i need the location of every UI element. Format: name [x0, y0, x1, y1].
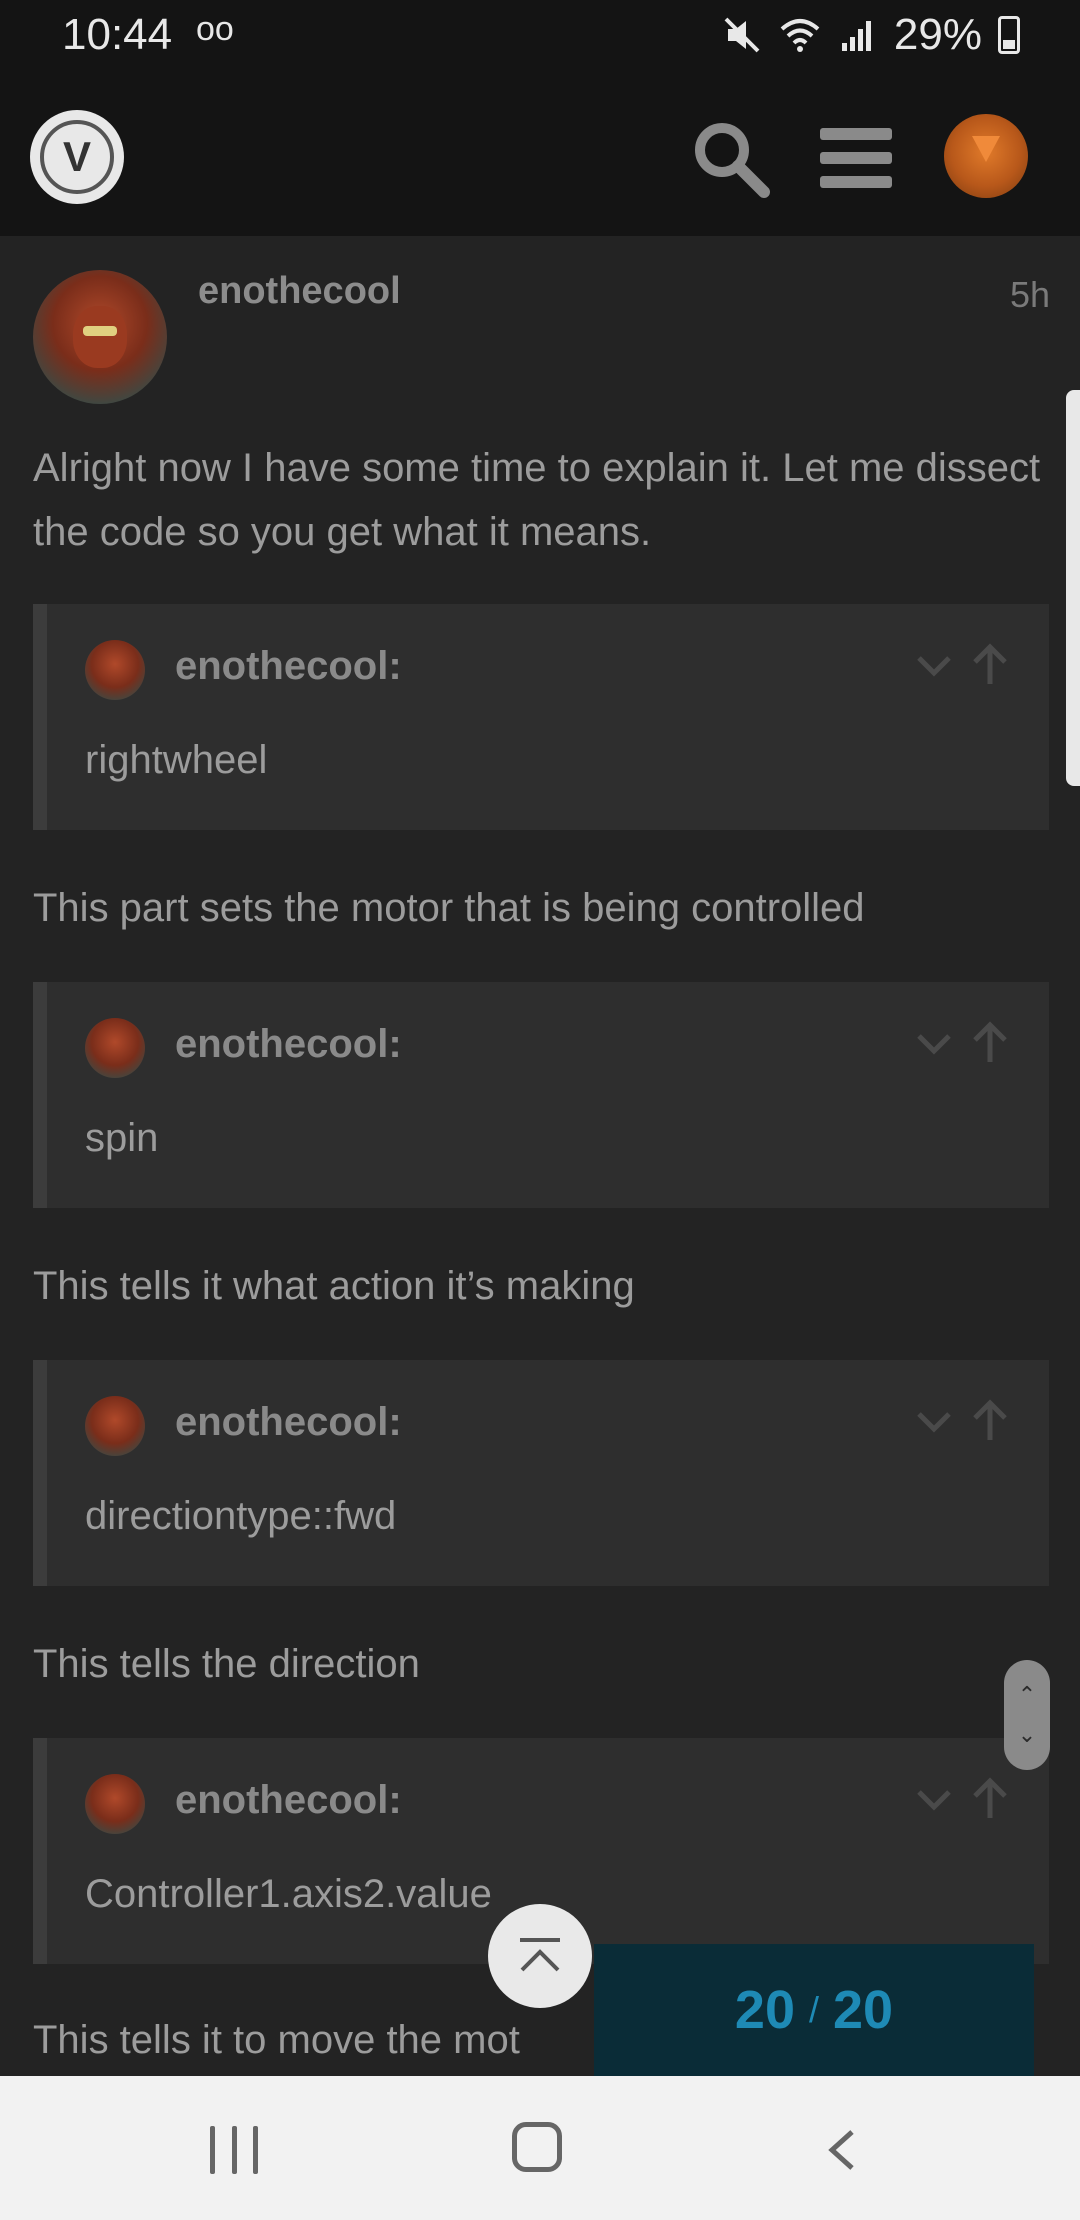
chevron-down-icon[interactable]	[913, 1022, 955, 1064]
post-intro: Alright now I have some time to explain …	[33, 446, 1041, 554]
menu-icon[interactable]	[820, 122, 892, 194]
quote-block: enothecool: rightwheel	[33, 604, 1049, 830]
site-logo[interactable]: V	[30, 110, 124, 204]
chevron-down-icon[interactable]	[913, 644, 955, 686]
chevron-down-icon[interactable]	[913, 1400, 955, 1442]
quote-avatar	[85, 1774, 145, 1834]
wifi-icon	[780, 19, 820, 52]
post-paragraph: This tells the direction	[33, 1642, 420, 1686]
quote-username: enothecool:	[175, 1022, 402, 1066]
progress-total: 20	[833, 1980, 894, 2040]
system-nav-bar	[0, 2076, 1080, 2220]
arrow-up-icon[interactable]	[969, 642, 1011, 688]
arrow-up-icon[interactable]	[969, 1776, 1011, 1822]
app-header: V	[0, 72, 1080, 236]
progress-current: 20	[734, 1980, 795, 2040]
quote-text: directiontype::fwd	[85, 1494, 397, 1538]
logo-v-icon: V	[40, 120, 114, 194]
user-avatar[interactable]	[944, 114, 1028, 198]
post-paragraph: This tells it what action it’s making	[33, 1264, 635, 1308]
quote-text: Controller1.axis2.value	[85, 1872, 492, 1916]
arrow-up-icon[interactable]	[969, 1020, 1011, 1066]
jump-top-icon	[520, 1938, 560, 1972]
post-paragraph: This part sets the motor that is being c…	[33, 886, 865, 930]
quote-username: enothecool:	[175, 1400, 402, 1444]
quote-username: enothecool:	[175, 1778, 402, 1822]
status-time: 10:44	[62, 10, 173, 59]
topic-progress-indicator[interactable]: 20 / 20	[594, 1944, 1034, 2076]
timeline-scroll-knob[interactable]: ⌃ ⌄	[1004, 1660, 1050, 1770]
post-username[interactable]: enothecool	[198, 270, 401, 313]
quote-avatar	[85, 1396, 145, 1456]
quote-avatar	[85, 1018, 145, 1078]
status-bar: 10:44 oo 29%	[0, 0, 1080, 72]
quote-avatar	[85, 640, 145, 700]
chevron-up-icon: ⌃	[1017, 1682, 1037, 1707]
edge-panel-handle[interactable]	[1066, 390, 1080, 786]
battery-icon	[998, 16, 1020, 54]
quote-block: enothecool: directiontype::fwd	[33, 1360, 1049, 1586]
quote-username: enothecool:	[175, 644, 402, 688]
back-button[interactable]	[818, 2126, 866, 2174]
arrow-up-icon[interactable]	[969, 1398, 1011, 1444]
chevron-down-icon: ⌄	[1017, 1722, 1037, 1747]
battery-percent: 29%	[893, 10, 982, 59]
quote-block: enothecool: spin	[33, 982, 1049, 1208]
recent-apps-button[interactable]	[210, 2126, 258, 2174]
search-icon[interactable]	[688, 116, 772, 200]
scroll-to-top-button[interactable]	[488, 1904, 592, 2008]
post-paragraph: This tells it to move the mot	[33, 2018, 520, 2062]
home-button[interactable]	[512, 2122, 562, 2172]
signal-icon	[841, 21, 871, 51]
quote-text: rightwheel	[85, 738, 268, 782]
chevron-down-icon[interactable]	[913, 1778, 955, 1820]
voicemail-icon: oo	[196, 10, 234, 48]
quote-text: spin	[85, 1116, 159, 1160]
post-time[interactable]: 5h	[1010, 274, 1050, 316]
post-author-avatar[interactable]	[33, 270, 167, 404]
progress-separator: /	[808, 1989, 819, 2030]
mute-icon	[724, 17, 760, 53]
